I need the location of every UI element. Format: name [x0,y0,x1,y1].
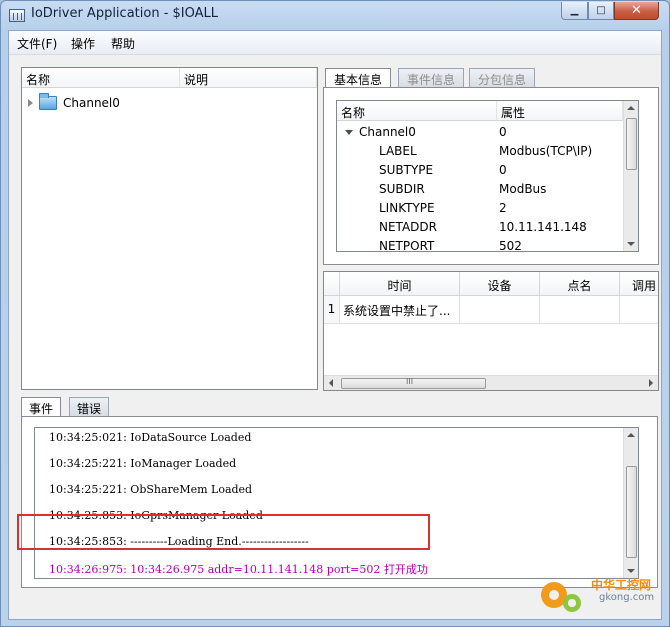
tree-item-label: Channel0 [63,96,120,110]
prop-name: NETPORT [379,239,435,252]
menu-file[interactable]: 文件(F) [17,35,57,52]
col-time[interactable]: 时间 [340,272,460,296]
scroll-left-icon[interactable] [329,379,333,387]
tree-header-name[interactable]: 名称 [22,68,180,88]
gear-icon [563,594,581,612]
scroll-thumb[interactable] [626,466,637,558]
prop-row[interactable]: SUBTYPE 0 [337,161,627,180]
prop-name: SUBDIR [379,182,425,196]
prop-name: LABEL [379,144,417,158]
scroll-right-icon[interactable] [649,379,653,387]
watermark: 中华工控网 gkong.com [539,576,659,616]
property-vscrollbar[interactable] [623,101,638,251]
prop-name: Channel0 [359,125,416,139]
tab-event-info[interactable]: 事件信息 [398,68,465,87]
folder-icon [39,93,57,110]
prop-name: NETADDR [379,220,437,234]
scroll-up-icon[interactable] [627,106,635,110]
scroll-down-icon[interactable] [627,242,635,246]
app-icon [9,9,25,22]
prop-row[interactable]: SUBDIR ModBus [337,180,627,199]
scroll-grip: III [406,377,414,386]
log-line-highlight: 10:34:26:975: 10:34:26.975 addr=10.11.14… [49,563,428,576]
cell-call[interactable] [620,296,658,324]
event-table[interactable]: 时间 设备 点名 调用 1 系统设置中禁止了... III [323,271,659,391]
prop-value: 0 [499,125,507,139]
basic-info-panel: 名称 属性 Channel0 0 LABEL Modbus(TCP\IP) SU… [323,87,659,265]
prop-row[interactable]: LINKTYPE 2 [337,199,627,218]
log-line: 10:34:25:221: ObShareMem Loaded [49,483,253,496]
expand-arrow-icon[interactable] [28,99,33,107]
maximize-button[interactable]: □ [588,2,614,20]
prop-header-name[interactable]: 名称 [337,101,497,121]
tree-header-desc[interactable]: 说明 [180,68,317,88]
event-hscrollbar[interactable]: III [324,375,658,390]
highlight-annotation-box [17,514,430,550]
prop-value: 0 [499,163,507,177]
menu-bar: 文件(F) 操作 帮助 [9,31,661,55]
title-bar[interactable]: IoDriver Application - $IOALL ▁ □ ✕ [1,1,669,29]
scroll-thumb[interactable] [626,118,637,170]
prop-value: 502 [499,239,522,252]
prop-value: 10.11.141.148 [499,220,587,234]
prop-value: ModBus [499,182,547,196]
cell-time[interactable]: 系统设置中禁止了... [340,296,460,324]
prop-name: LINKTYPE [379,201,435,215]
prop-header-value[interactable]: 属性 [497,101,623,121]
tree-item-channel0[interactable]: Channel0 [28,93,120,112]
cell-point[interactable] [540,296,620,324]
row-index[interactable]: 1 [324,296,340,324]
col-point[interactable]: 点名 [540,272,620,296]
col-call[interactable]: 调用 [620,272,658,296]
prop-value: 2 [499,201,507,215]
scroll-up-icon[interactable] [627,433,635,437]
cell-device[interactable] [460,296,540,324]
tab-basic-info[interactable]: 基本信息 [325,68,392,88]
collapse-arrow-icon[interactable] [345,130,353,135]
window-title: IoDriver Application - $IOALL [31,6,219,21]
prop-row[interactable]: NETPORT 502 [337,237,627,252]
minimize-button[interactable]: ▁ [561,2,588,20]
channel-tree[interactable]: 名称 说明 Channel0 [21,67,318,390]
prop-name: SUBTYPE [379,163,434,177]
prop-row[interactable]: LABEL Modbus(TCP\IP) [337,142,627,161]
menu-help[interactable]: 帮助 [111,35,135,52]
property-grid[interactable]: 名称 属性 Channel0 0 LABEL Modbus(TCP\IP) SU… [336,100,639,252]
scroll-thumb[interactable]: III [341,377,486,389]
prop-value: Modbus(TCP\IP) [499,144,593,158]
tab-errors[interactable]: 错误 [69,397,110,416]
close-button[interactable]: ✕ [614,2,659,20]
prop-row[interactable]: Channel0 0 [337,123,627,142]
col-device[interactable]: 设备 [460,272,540,296]
tab-events[interactable]: 事件 [21,397,62,417]
prop-row[interactable]: NETADDR 10.11.141.148 [337,218,627,237]
table-corner [324,272,340,296]
menu-operation[interactable]: 操作 [71,35,95,52]
app-window: IoDriver Application - $IOALL ▁ □ ✕ 文件(F… [0,0,670,627]
tab-packet-info[interactable]: 分包信息 [469,68,536,87]
scroll-down-icon[interactable] [627,569,635,573]
log-line: 10:34:25:021: IoDataSource Loaded [49,431,252,444]
log-vscrollbar[interactable] [623,428,638,578]
watermark-url: gkong.com [599,592,655,603]
log-line: 10:34:25:221: IoManager Loaded [49,457,237,470]
watermark-brand: 中华工控网 [591,578,652,592]
log-list[interactable]: 10:34:25:021: IoDataSource Loaded 10:34:… [34,427,639,579]
log-panel: 10:34:25:021: IoDataSource Loaded 10:34:… [21,416,658,588]
